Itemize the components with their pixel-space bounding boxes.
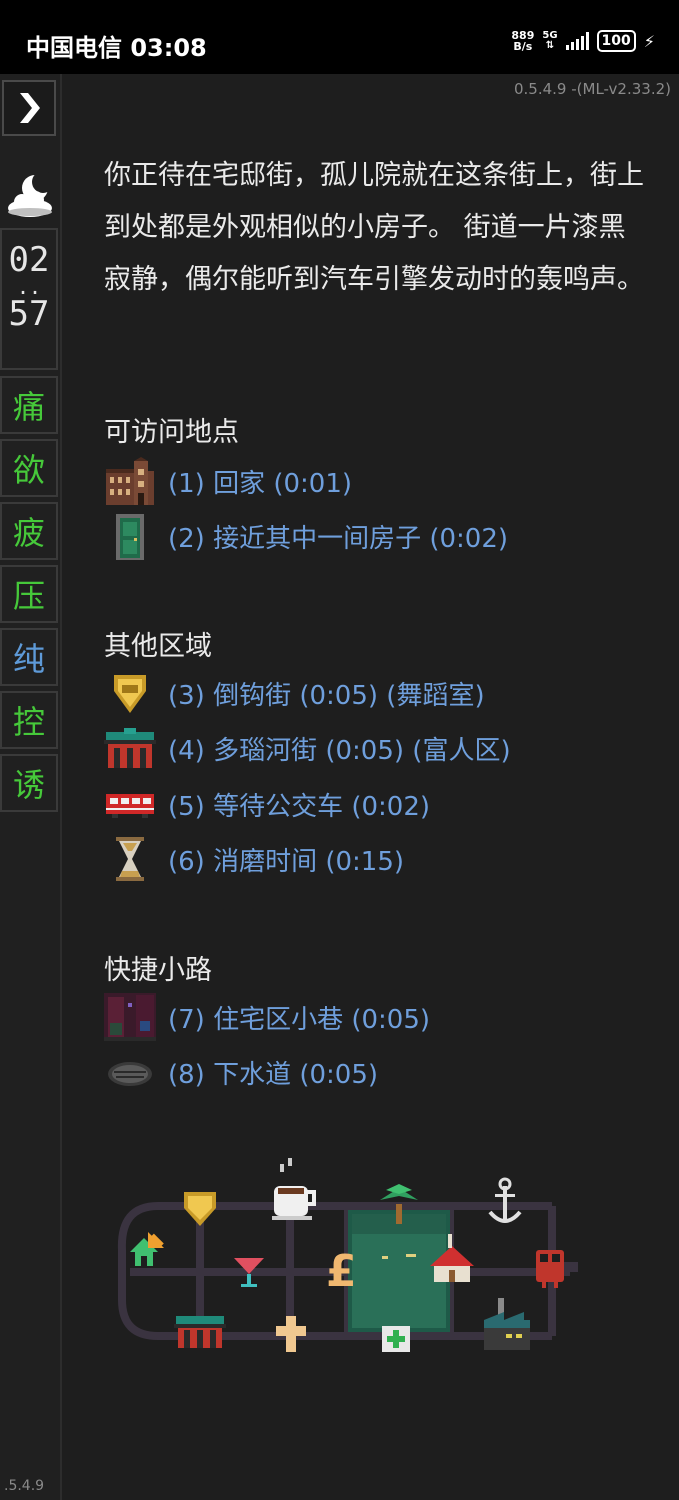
alley-icon [104, 993, 156, 1041]
orphanage-building-icon [104, 457, 156, 505]
stat-stress[interactable]: 压 [0, 565, 58, 623]
choice-approach-house[interactable]: (2) 接近其中一间房子 (0:02) [104, 511, 508, 561]
anchor-icon[interactable] [488, 1177, 522, 1223]
choice-danube-street[interactable]: (4) 多瑙河街 (0:05) (富人区) [104, 723, 511, 773]
sidebar-toggle-button[interactable] [2, 80, 56, 136]
mansion-gate-icon[interactable] [174, 1316, 226, 1348]
factory-icon[interactable] [484, 1298, 530, 1350]
holy-cross-icon[interactable] [276, 1316, 306, 1352]
carrier-time: 中国电信 03:08 [26, 34, 207, 62]
battery-indicator: 100 [596, 30, 636, 52]
town-map[interactable]: £ [100, 1150, 580, 1364]
chevron-right-icon [20, 93, 40, 123]
stat-fatigue[interactable]: 疲 [0, 502, 58, 560]
mansion-gate-icon [104, 724, 156, 772]
choice-label: (5) 等待公交车 (0:02) [168, 791, 431, 822]
choice-label: (1) 回家 (0:01) [168, 468, 353, 499]
clock-hour: 02 [8, 240, 50, 280]
choice-wait-bus[interactable]: (5) 等待公交车 (0:02) [104, 779, 430, 829]
green-door-icon [104, 512, 156, 560]
choice-residential-alley[interactable]: (7) 住宅区小巷 (0:05) [104, 992, 430, 1042]
svg-text:£: £ [326, 1246, 357, 1297]
section-title-other-areas: 其他区域 [104, 631, 212, 662]
game-clock: 02 .. 57 [0, 228, 58, 370]
clock-separator: .. [16, 275, 42, 299]
net-speed: 889 B/s [511, 29, 535, 53]
stat-purity[interactable]: 纯 [0, 628, 58, 686]
choice-label: (8) 下水道 (0:05) [168, 1059, 379, 1090]
location-description: 你正待在宅邸街，孤儿院就在这条街上，街上到处都是外观相似的小房子。 街道一片漆黑… [104, 160, 644, 295]
status-icons: 889 B/s 5G ⇅ 100 ⚡ [511, 30, 655, 52]
stat-arousal[interactable]: 欲 [0, 439, 58, 497]
moon-cloud-icon [2, 164, 58, 224]
status-bar: 中国电信 03:08 889 B/s 5G ⇅ 100 ⚡ [0, 0, 679, 74]
signal-icon [565, 32, 589, 50]
section-title-shortcuts: 快捷小路 [104, 955, 212, 986]
stat-allure[interactable]: 诱 [0, 754, 58, 812]
clock-minute: 57 [8, 294, 50, 334]
choice-go-home[interactable]: (1) 回家 (0:01) [104, 456, 352, 506]
section-title-visitable: 可访问地点 [104, 417, 239, 448]
choice-label: (7) 住宅区小巷 (0:05) [168, 1004, 431, 1035]
sidebar-version: .5.4.9 [4, 1478, 45, 1494]
pound-sign-icon[interactable]: £ [326, 1246, 357, 1297]
stat-control[interactable]: 控 [0, 691, 58, 749]
gold-crest-icon[interactable] [184, 1192, 216, 1226]
network-type: 5G ⇅ [542, 30, 558, 51]
hourglass-icon [104, 835, 156, 883]
version-label: 0.5.4.9 -(ML-v2.33.2) [514, 80, 671, 98]
red-bus-icon [104, 780, 156, 828]
choice-label: (6) 消磨时间 (0:15) [168, 846, 405, 877]
charging-icon: ⚡ [643, 31, 655, 51]
choice-label: (2) 接近其中一间房子 (0:02) [168, 523, 509, 554]
choice-label: (3) 倒钩街 (0:05) (舞蹈室) [168, 680, 485, 711]
hospital-icon[interactable] [382, 1326, 410, 1352]
stat-pain[interactable]: 痛 [0, 376, 58, 434]
choice-sewers[interactable]: (8) 下水道 (0:05) [104, 1047, 378, 1097]
gold-crest-icon [104, 669, 156, 717]
choice-barb-street[interactable]: (3) 倒钩街 (0:05) (舞蹈室) [104, 668, 485, 718]
coffee-cup-icon[interactable] [272, 1158, 316, 1220]
current-location-arrow-icon [148, 1232, 164, 1248]
train-icon[interactable] [536, 1250, 578, 1288]
choice-pass-time[interactable]: (6) 消磨时间 (0:15) [104, 834, 404, 884]
choice-label: (4) 多瑙河街 (0:05) (富人区) [168, 735, 511, 766]
sidebar: 02 .. 57 痛 欲 疲 压 纯 控 诱 .5.4.9 [0, 74, 62, 1500]
manhole-icon [104, 1048, 156, 1096]
